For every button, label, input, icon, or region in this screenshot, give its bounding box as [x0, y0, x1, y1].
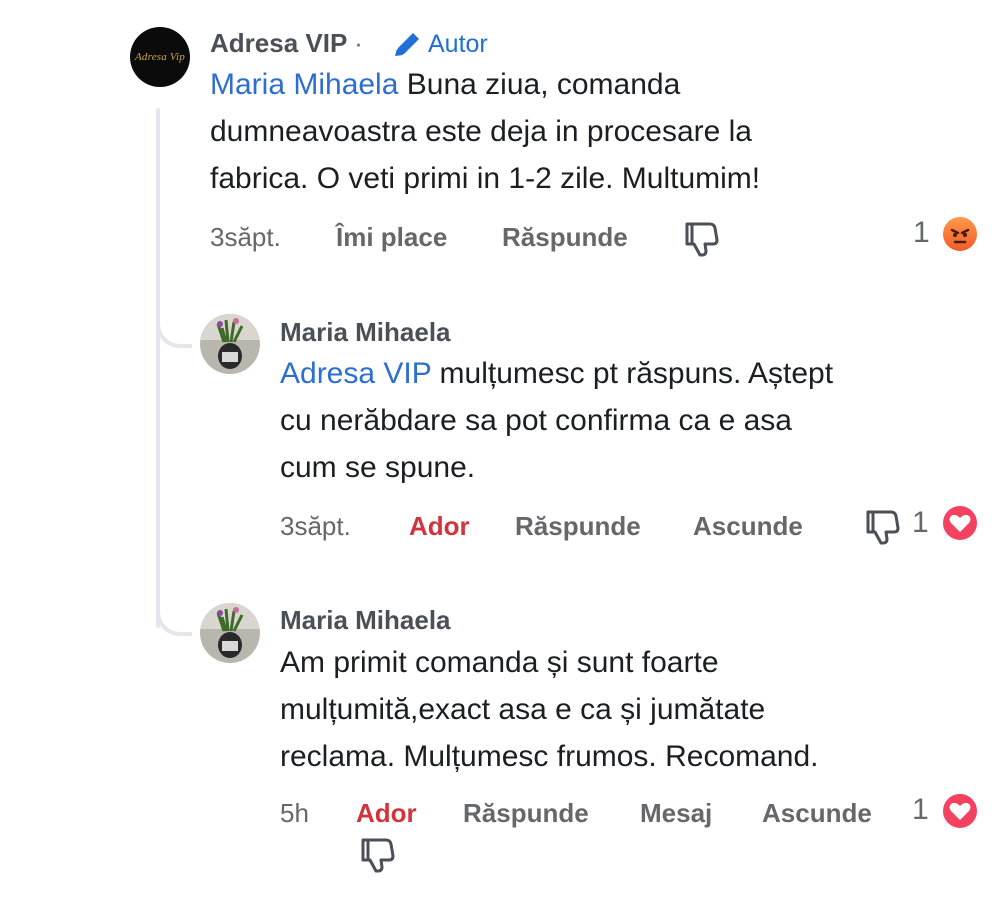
avatar[interactable] [200, 314, 260, 374]
comment-line: cum se spune. [280, 451, 476, 484]
mention-link[interactable]: Adresa VIP [280, 357, 431, 390]
comment-text: Am primit comanda și sunt foarte mulțumi… [280, 639, 980, 780]
heart-icon [949, 802, 971, 820]
timestamp[interactable]: 3săpt. [280, 511, 409, 542]
comment-author[interactable]: Maria Mihaela [280, 317, 451, 348]
author-badge: Autor [392, 29, 488, 59]
comment-text: Adresa VIP mulțumesc pt răspuns. Aștept … [280, 350, 980, 491]
reply-button[interactable]: Răspunde [463, 798, 640, 829]
heart-icon [949, 514, 971, 532]
message-button[interactable]: Mesaj [640, 798, 762, 829]
dislike-icon[interactable] [864, 508, 900, 546]
thread-line [156, 108, 160, 628]
avatar-logo-text: Adresa Vip [135, 51, 185, 63]
timestamp[interactable]: 5h [280, 798, 356, 829]
comment-line: Adresa VIP mulțumesc pt răspuns. Aștept [280, 350, 980, 397]
comment-line: Maria Mihaela Buna ziua, comanda [210, 61, 910, 108]
reply-connector [156, 308, 192, 348]
comment-author[interactable]: Maria Mihaela [280, 605, 451, 636]
comment-line: mulțumită,exact asa e ca și jumătate [280, 693, 766, 726]
comment-actions: 3săpt. Ador Răspunde Ascunde [280, 511, 803, 542]
like-button[interactable]: Ador [356, 798, 463, 829]
author-badge-label: Autor [428, 29, 488, 58]
avatar[interactable] [200, 603, 260, 663]
avatar[interactable]: Adresa Vip [130, 27, 190, 87]
reply-button[interactable]: Răspunde [515, 511, 693, 542]
like-button[interactable]: Îmi place [336, 222, 502, 253]
comment-line: dumneavoastra este deja in procesare la [210, 115, 752, 148]
timestamp[interactable]: 3săpt. [210, 222, 336, 253]
comment-author[interactable]: Adresa VIP · [210, 28, 363, 59]
comment-actions: 3săpt. Îmi place Răspunde [210, 222, 628, 253]
reply-connector [156, 596, 192, 636]
avatar-photo [200, 603, 260, 663]
love-reaction-icon[interactable] [940, 791, 980, 831]
comment-line: reclama. Mulțumesc frumos. Recomand. [280, 740, 819, 773]
comment-line: fabrica. O veti primi in 1-2 zile. Multu… [210, 162, 761, 195]
reaction-count[interactable]: 1 [913, 216, 930, 250]
pencil-icon [395, 33, 419, 56]
reply-button[interactable]: Răspunde [502, 222, 628, 253]
angry-face-icon [950, 228, 970, 244]
angry-reaction-icon[interactable] [940, 214, 980, 254]
mention-link[interactable]: Maria Mihaela [210, 68, 398, 101]
comment-line-text: Buna ziua, comanda [398, 68, 681, 101]
comment-line: Am primit comanda și sunt foarte [280, 646, 719, 679]
love-reaction-icon[interactable] [940, 503, 980, 543]
author-name[interactable]: Adresa VIP [210, 28, 347, 58]
reaction-count[interactable]: 1 [912, 793, 929, 827]
reaction-count[interactable]: 1 [912, 506, 929, 540]
comment-actions: 5h Ador Răspunde Mesaj Ascunde [280, 798, 872, 829]
hide-button[interactable]: Ascunde [762, 798, 872, 829]
comment-text: Maria Mihaela Buna ziua, comanda dumneav… [210, 61, 910, 202]
avatar-photo [200, 314, 260, 374]
dislike-icon[interactable] [683, 220, 719, 258]
like-button[interactable]: Ador [409, 511, 515, 542]
separator-dot: · [354, 28, 363, 58]
hide-button[interactable]: Ascunde [693, 511, 803, 542]
comment-line-text: mulțumesc pt răspuns. Aștept [431, 357, 834, 390]
comment-line: cu nerăbdare sa pot confirma ca e asa [280, 404, 792, 437]
dislike-icon[interactable] [359, 836, 395, 874]
